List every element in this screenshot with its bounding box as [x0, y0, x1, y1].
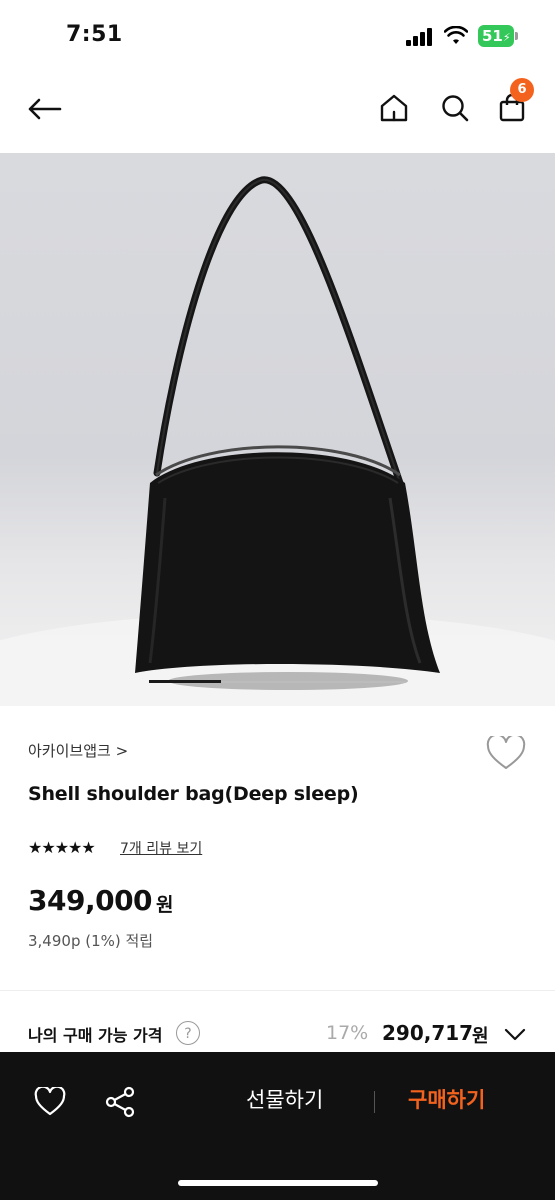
expand-price-button[interactable]	[503, 1022, 527, 1046]
cart-count-badge: 6	[510, 78, 534, 102]
product-price: 349,000	[28, 884, 153, 917]
share-icon	[105, 1086, 135, 1118]
my-price-label: 나의 구매 가능 가격	[28, 1026, 163, 1045]
product-title: Shell shoulder bag(Deep sleep)	[28, 783, 359, 805]
rating-stars: ★★★★★	[28, 838, 96, 857]
search-icon	[442, 95, 469, 122]
battery-tip	[515, 32, 518, 40]
heart-outline-icon	[486, 733, 526, 769]
bottom-action-bar	[0, 1052, 555, 1200]
section-divider	[0, 990, 555, 991]
heart-outline-icon	[34, 1087, 66, 1116]
home-button[interactable]	[374, 88, 414, 128]
image-carousel-progress	[149, 680, 221, 683]
back-button[interactable]	[24, 89, 64, 129]
search-button[interactable]	[435, 88, 475, 128]
bottom-bar-separator	[374, 1091, 375, 1113]
help-icon[interactable]: ?	[176, 1021, 200, 1045]
discount-rate: 17%	[326, 1022, 369, 1044]
battery-icon: 51⚡	[478, 25, 514, 47]
cellular-signal-icon	[406, 28, 434, 46]
price-currency: 원	[156, 894, 174, 916]
wishlist-button[interactable]	[486, 733, 526, 772]
chevron-down-icon	[504, 1028, 526, 1041]
home-indicator	[178, 1180, 378, 1186]
product-image[interactable]	[0, 153, 555, 706]
reviews-link[interactable]: 7개 리뷰 보기	[120, 838, 202, 858]
gift-button[interactable]: 선물하기	[246, 1084, 323, 1114]
my-price-value: 290,717	[382, 1021, 474, 1045]
buy-button[interactable]: 구매하기	[408, 1084, 485, 1114]
bottom-wishlist-button[interactable]	[30, 1082, 70, 1122]
shoulder-bag-illustration	[0, 176, 555, 706]
my-price-currency: 원	[472, 1026, 489, 1047]
reward-points: 3,490p (1%) 적립	[28, 932, 154, 950]
status-time: 7:51	[66, 22, 123, 47]
wifi-icon	[444, 26, 468, 44]
battery-level: 51	[482, 27, 503, 45]
home-icon	[380, 94, 408, 122]
arrow-left-icon	[28, 98, 62, 120]
brand-link[interactable]: 아카이브앱크 >	[28, 740, 128, 761]
share-button[interactable]	[100, 1082, 140, 1122]
